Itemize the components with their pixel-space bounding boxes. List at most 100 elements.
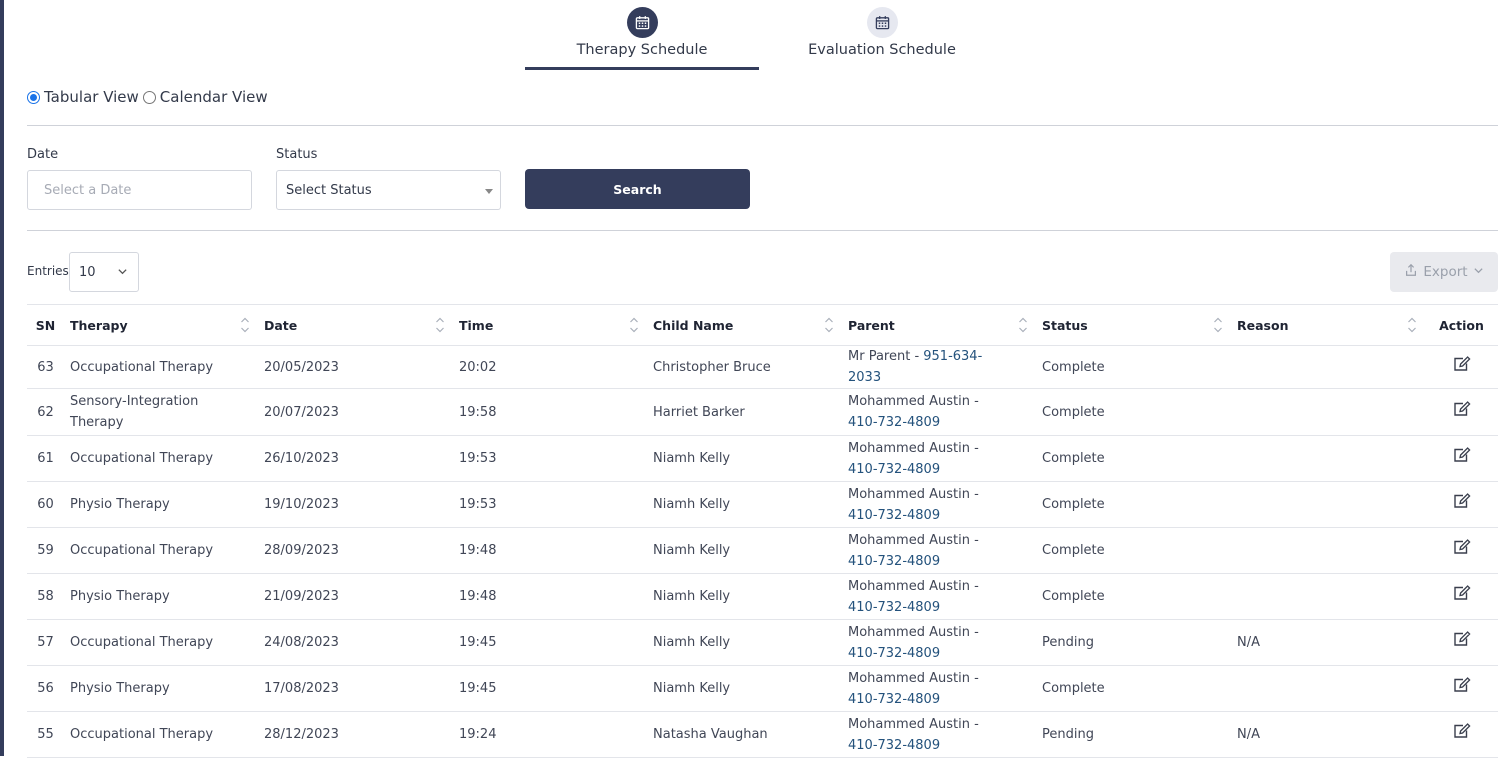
cell-time: 19:45	[453, 665, 647, 712]
column-header-time[interactable]: Time	[453, 304, 647, 346]
parent-name: Mohammed Austin -	[848, 532, 979, 548]
sort-icon[interactable]	[1407, 316, 1417, 337]
cell-time: 19:48	[453, 573, 647, 620]
table-body: 63 Occupational Therapy 20/05/2023 20:02 Chr…	[27, 345, 1498, 758]
tab-evaluation-schedule-label: Evaluation Schedule	[808, 42, 956, 58]
cell-reason	[1231, 345, 1425, 389]
search-button[interactable]: Search	[525, 169, 750, 209]
parent-name: Mohammed Austin -	[848, 716, 979, 732]
column-header-action: Action	[1425, 304, 1498, 346]
entries-select[interactable]: 10	[69, 252, 139, 292]
cell-parent: Mohammed Austin - 410-732-4809	[842, 711, 1036, 758]
sort-icon[interactable]	[1018, 316, 1028, 337]
sort-icon[interactable]	[435, 316, 445, 337]
cell-date: 17/08/2023	[258, 665, 453, 712]
column-header-label: Reason	[1237, 317, 1289, 333]
cell-action	[1425, 711, 1498, 758]
upload-icon	[1404, 263, 1418, 281]
cell-status: Complete	[1036, 527, 1231, 574]
tabular-view-label[interactable]: Tabular View	[44, 88, 139, 106]
table-header-row: SN Therapy Date Time Child Name Parent Status R…	[27, 304, 1498, 346]
cell-therapy: Physio Therapy	[64, 573, 258, 620]
edit-icon[interactable]	[1453, 539, 1471, 562]
parent-phone-link[interactable]: 410-732-4809	[848, 462, 940, 477]
edit-icon[interactable]	[1453, 723, 1471, 746]
cell-status: Complete	[1036, 665, 1231, 712]
entries-value: 10	[79, 264, 96, 280]
parent-phone-link[interactable]: 410-732-4809	[848, 554, 940, 569]
status-filter-label: Status	[276, 147, 318, 162]
cell-reason	[1231, 665, 1425, 712]
edit-icon[interactable]	[1453, 631, 1471, 654]
parent-phone-link[interactable]: 410-732-4809	[848, 646, 940, 661]
parent-phone-link[interactable]: 410-732-4809	[848, 738, 940, 753]
column-header-status[interactable]: Status	[1036, 304, 1231, 346]
column-header-therapy[interactable]: Therapy	[64, 304, 258, 346]
cell-sn: 62	[27, 388, 64, 436]
table-row: 59 Occupational Therapy 28/09/2023 19:48 Nia…	[27, 527, 1498, 574]
edit-icon[interactable]	[1453, 585, 1471, 608]
cell-action	[1425, 345, 1498, 389]
cell-time: 20:02	[453, 345, 647, 389]
cell-status: Complete	[1036, 435, 1231, 482]
parent-phone-link[interactable]: 410-732-4809	[848, 415, 940, 430]
tab-therapy-schedule[interactable]: Therapy Schedule	[525, 0, 759, 70]
cell-status: Complete	[1036, 573, 1231, 620]
edit-icon[interactable]	[1453, 400, 1471, 424]
calendar-view-label[interactable]: Calendar View	[160, 88, 268, 106]
export-button[interactable]: Export	[1390, 252, 1498, 292]
date-input[interactable]	[27, 170, 252, 210]
parent-name: Mohammed Austin -	[848, 440, 979, 456]
calendar-icon	[866, 7, 898, 38]
sort-icon[interactable]	[629, 316, 639, 337]
column-header-sn: SN	[27, 304, 64, 346]
table-row: 55 Occupational Therapy 28/12/2023 19:24 Nat…	[27, 711, 1498, 758]
cell-action	[1425, 573, 1498, 620]
tab-evaluation-schedule[interactable]: Evaluation Schedule	[765, 0, 999, 70]
cell-time: 19:58	[453, 388, 647, 436]
sort-icon[interactable]	[824, 316, 834, 337]
sort-icon[interactable]	[1213, 316, 1223, 337]
cell-child-name: Niamh Kelly	[647, 573, 842, 620]
cell-date: 20/05/2023	[258, 345, 453, 389]
column-header-label: Date	[264, 317, 298, 333]
parent-phone-link[interactable]: 410-732-4809	[848, 692, 940, 707]
cell-parent: Mohammed Austin - 410-732-4809	[842, 481, 1036, 528]
status-select[interactable]: Select Status	[276, 170, 501, 210]
cell-time: 19:53	[453, 481, 647, 528]
cell-date: 28/12/2023	[258, 711, 453, 758]
column-header-parent[interactable]: Parent	[842, 304, 1036, 346]
cell-reason	[1231, 435, 1425, 482]
cell-date: 28/09/2023	[258, 527, 453, 574]
table-row: 57 Occupational Therapy 24/08/2023 19:45 Nia…	[27, 619, 1498, 666]
cell-reason	[1231, 481, 1425, 528]
column-header-child-name[interactable]: Child Name	[647, 304, 842, 346]
column-header-reason[interactable]: Reason	[1231, 304, 1425, 346]
table-row: 60 Physio Therapy 19/10/2023 19:53 Niamh Kel…	[27, 481, 1498, 528]
left-sidebar-edge	[0, 0, 4, 756]
sort-icon[interactable]	[240, 316, 250, 337]
edit-icon[interactable]	[1453, 677, 1471, 700]
calendar-view-radio[interactable]	[142, 90, 156, 104]
status-select-value: Select Status	[286, 182, 372, 198]
cell-sn: 56	[27, 665, 64, 712]
caret-down-icon	[485, 189, 493, 194]
cell-time: 19:24	[453, 711, 647, 758]
chevron-down-icon	[1473, 264, 1484, 280]
cell-child-name: Harriet Barker	[647, 388, 842, 436]
chevron-down-icon	[117, 266, 128, 281]
table-row: 62 Sensory-Integration Therapy 20/07/2023 1…	[27, 388, 1498, 436]
tabular-view-radio[interactable]	[27, 90, 40, 104]
parent-phone-link[interactable]: 410-732-4809	[848, 600, 940, 615]
parent-phone-link[interactable]: 410-732-4809	[848, 508, 940, 523]
edit-icon[interactable]	[1453, 447, 1471, 470]
cell-reason: N/A	[1231, 619, 1425, 666]
parent-name: Mohammed Austin -	[848, 624, 979, 640]
column-header-date[interactable]: Date	[258, 304, 453, 346]
cell-time: 19:48	[453, 527, 647, 574]
edit-icon[interactable]	[1453, 493, 1471, 516]
cell-therapy: Occupational Therapy	[64, 527, 258, 574]
edit-icon[interactable]	[1453, 355, 1471, 379]
cell-parent: Mohammed Austin - 410-732-4809	[842, 573, 1036, 620]
cell-reason	[1231, 573, 1425, 620]
